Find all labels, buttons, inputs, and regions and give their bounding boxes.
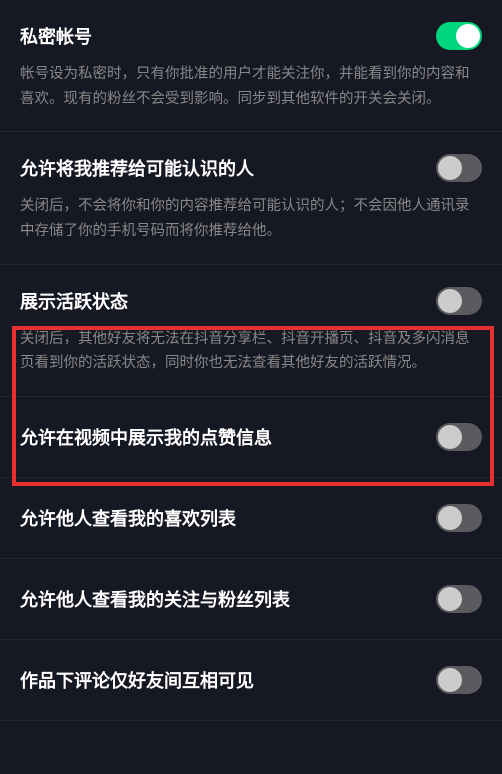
setting-title: 展示活跃状态 — [20, 288, 436, 314]
setting-desc: 关闭后，其他好友将无法在抖音分享栏、抖音开播页、抖音及多闪消息页看到你的活跃状态… — [20, 327, 482, 376]
toggle-recommend-to-known[interactable] — [436, 154, 482, 182]
setting-title: 私密帐号 — [20, 23, 436, 49]
setting-allow-view-follow-fans: 允许他人查看我的关注与粉丝列表 — [0, 559, 502, 640]
setting-show-active-status: 展示活跃状态 关闭后，其他好友将无法在抖音分享栏、抖音开播页、抖音及多闪消息页看… — [0, 265, 502, 397]
toggle-show-likes-in-video[interactable] — [436, 423, 482, 451]
setting-title: 允许他人查看我的喜欢列表 — [20, 505, 436, 531]
toggle-allow-view-likes-list[interactable] — [436, 504, 482, 532]
setting-title: 允许将我推荐给可能认识的人 — [20, 155, 436, 181]
toggle-show-active-status[interactable] — [436, 287, 482, 315]
setting-title: 允许在视频中展示我的点赞信息 — [20, 424, 436, 450]
setting-title: 作品下评论仅好友间互相可见 — [20, 667, 436, 693]
setting-recommend-to-known: 允许将我推荐给可能认识的人 关闭后，不会将你和你的内容推荐给可能认识的人；不会因… — [0, 132, 502, 264]
setting-desc: 帐号设为私密时，只有你批准的用户才能关注你，并能看到你的内容和喜欢。现有的粉丝不… — [20, 62, 482, 111]
setting-title: 允许他人查看我的关注与粉丝列表 — [20, 586, 436, 612]
setting-private-account: 私密帐号 帐号设为私密时，只有你批准的用户才能关注你，并能看到你的内容和喜欢。现… — [0, 0, 502, 132]
setting-comments-friends-only: 作品下评论仅好友间互相可见 — [0, 640, 502, 721]
toggle-allow-view-follow-fans[interactable] — [436, 585, 482, 613]
toggle-comments-friends-only[interactable] — [436, 666, 482, 694]
setting-allow-view-likes-list: 允许他人查看我的喜欢列表 — [0, 478, 502, 559]
toggle-private-account[interactable] — [436, 22, 482, 50]
setting-show-likes-in-video: 允许在视频中展示我的点赞信息 — [0, 397, 502, 478]
setting-desc: 关闭后，不会将你和你的内容推荐给可能认识的人；不会因他人通讯录中存储了你的手机号… — [20, 194, 482, 243]
